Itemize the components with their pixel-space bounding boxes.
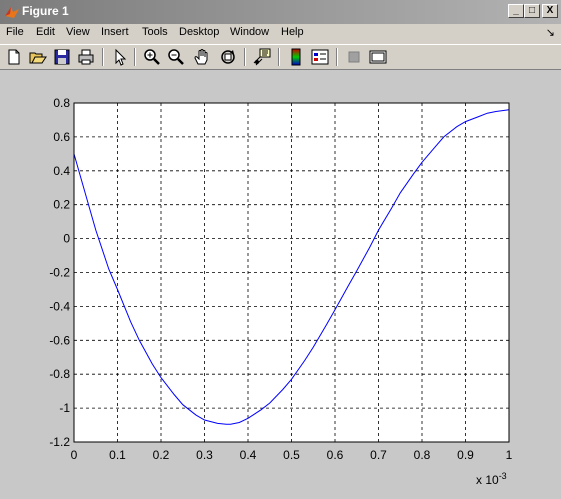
toolbar-separator — [244, 48, 246, 66]
y-tick-label: 0.8 — [53, 96, 70, 110]
x-tick-label: 0.8 — [414, 448, 431, 462]
y-ticks: 0.8 0.6 0.4 0.2 0 -0.2 -0.4 -0.6 -0.8 -1 -1.2 — [49, 96, 70, 449]
menu-view[interactable]: View — [66, 26, 90, 38]
data-cursor-icon[interactable] — [252, 47, 272, 67]
minimize-button[interactable]: _ — [508, 4, 524, 18]
print-icon[interactable] — [76, 47, 96, 67]
y-tick-label: -1 — [59, 401, 70, 415]
close-glyph: X — [546, 5, 554, 16]
matlab-logo-icon — [5, 7, 19, 18]
title-bar: Figure 1 _ □ X — [0, 0, 561, 24]
menu-edit[interactable]: Edit — [36, 26, 55, 38]
window-title: Figure 1 — [22, 4, 69, 18]
dock-arrow-icon[interactable]: ↘ — [546, 26, 555, 39]
x-tick-label: 0.5 — [283, 448, 300, 462]
x-tick-label: 0.7 — [370, 448, 387, 462]
legend-icon[interactable] — [310, 47, 330, 67]
maximize-button[interactable]: □ — [524, 4, 540, 18]
x-tick-label: 0 — [71, 448, 78, 462]
menu-file[interactable]: File — [6, 26, 24, 38]
toolbar-separator — [336, 48, 338, 66]
zoom-out-icon[interactable] — [166, 47, 186, 67]
x-multiplier-base: x 10 — [476, 473, 499, 487]
menu-bar: File Edit View Insert Tools Desktop Wind… — [0, 24, 561, 44]
hide-plot-tools-icon[interactable] — [344, 47, 364, 67]
rotate-3d-icon[interactable] — [218, 47, 238, 67]
y-tick-label: -1.2 — [49, 435, 70, 449]
y-tick-label: -0.6 — [49, 333, 70, 347]
x-tick-label: 0.3 — [196, 448, 213, 462]
zoom-in-icon[interactable] — [142, 47, 162, 67]
x-tick-label: 0.9 — [457, 448, 474, 462]
y-tick-label: -0.8 — [49, 367, 70, 381]
show-plot-tools-icon[interactable] — [368, 47, 388, 67]
toolbar-separator — [102, 48, 104, 66]
menu-insert[interactable]: Insert — [101, 26, 129, 38]
new-figure-icon[interactable] — [4, 47, 24, 67]
y-tick-label: -0.4 — [49, 299, 70, 313]
maximize-glyph: □ — [528, 5, 536, 16]
x-tick-label: 0.4 — [240, 448, 257, 462]
toolbar-separator — [134, 48, 136, 66]
minimize-glyph: _ — [513, 5, 519, 16]
plot-canvas[interactable]: 0 0.1 0.2 0.3 0.4 0.5 0.6 0.7 0.8 0.9 1 0.80.60.40… — [0, 70, 561, 494]
menu-help[interactable]: Help — [281, 26, 304, 38]
menu-window[interactable]: Window — [230, 26, 269, 38]
x-multiplier-label: x 10-3 — [476, 471, 507, 487]
x-tick-label: 0.1 — [109, 448, 126, 462]
figure-toolbar — [0, 44, 561, 70]
figure-canvas: 0 0.1 0.2 0.3 0.4 0.5 0.6 0.7 0.8 0.9 1 0.8 0.6 0.4 0… — [0, 70, 561, 494]
x-ticks: 0 0.1 0.2 0.3 0.4 0.5 0.6 0.7 0.8 0.9 1 — [71, 448, 513, 462]
y-tick-label: 0 — [63, 232, 70, 246]
menu-desktop[interactable]: Desktop — [179, 26, 219, 38]
x-tick-label: 1 — [506, 448, 513, 462]
y-tick-label: 0.6 — [53, 130, 70, 144]
y-tick-label: 0.4 — [53, 164, 70, 178]
save-icon[interactable] — [52, 47, 72, 67]
x-tick-label: 0.2 — [153, 448, 170, 462]
toolbar-separator — [278, 48, 280, 66]
pan-hand-icon[interactable] — [192, 47, 212, 67]
figure-window: Figure 1 _ □ X File Edit View Insert Too… — [0, 0, 561, 494]
y-tick-label: -0.2 — [49, 266, 70, 280]
close-button[interactable]: X — [542, 4, 558, 18]
open-file-icon[interactable] — [28, 47, 48, 67]
colorbar-icon[interactable] — [286, 47, 306, 67]
x-multiplier-exponent: -3 — [499, 471, 507, 481]
y-tick-label: 0.2 — [53, 198, 70, 212]
edit-plot-arrow-icon[interactable] — [110, 47, 130, 67]
x-tick-label: 0.6 — [327, 448, 344, 462]
menu-tools[interactable]: Tools — [142, 26, 168, 38]
